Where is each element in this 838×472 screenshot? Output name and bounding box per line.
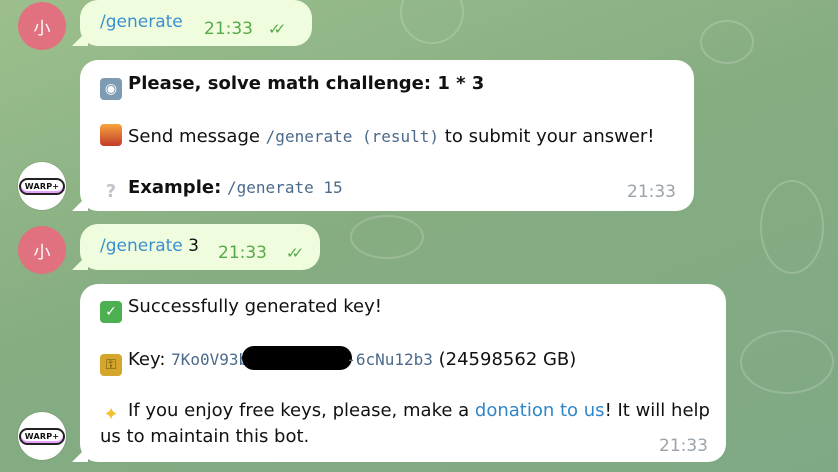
message-argument: 3: [188, 236, 199, 256]
donation-link[interactable]: donation to us: [475, 400, 605, 421]
check-mark-button-icon: ✓: [100, 301, 122, 323]
bubble-tail: [72, 195, 88, 211]
robot-icon: ◉: [100, 78, 122, 100]
double-check-icon: ✓✓: [268, 20, 286, 38]
success-text: Successfully generated key!: [128, 296, 382, 317]
key-value-start[interactable]: 7Ko0V93b: [171, 350, 248, 369]
bubble-tail: [72, 30, 88, 46]
wallpaper-doodle: [740, 330, 834, 394]
redaction-bar: [242, 346, 353, 370]
key-line: ⚿ Key: 7Ko0V93b -6cNu12b3 (24598562 GB): [100, 346, 576, 376]
message-time: 21:33: [218, 243, 267, 263]
wallpaper-doodle: [350, 215, 424, 259]
question-mark-icon: ?: [105, 181, 117, 202]
instruction-line: Send message /generate (result) to submi…: [100, 124, 655, 149]
double-check-icon: ✓✓: [286, 244, 304, 262]
outgoing-message[interactable]: /generate 3 21:33 ✓✓: [72, 224, 320, 270]
key-value-end[interactable]: -6cNu12b3: [346, 350, 433, 369]
success-line: ✓ Successfully generated key!: [100, 295, 382, 323]
warp-logo: WARP+: [18, 177, 66, 195]
key-size: (24598562 GB): [438, 349, 577, 370]
bot-avatar[interactable]: WARP+: [18, 412, 66, 460]
donate-suffix: ! It will help: [604, 400, 710, 421]
instruction-suffix: to submit your answer!: [439, 126, 655, 147]
user-avatar[interactable]: 小: [18, 2, 66, 50]
example-label: Example:: [128, 177, 222, 198]
message-command[interactable]: /generate: [100, 236, 183, 256]
bot-message-key[interactable]: ✓ Successfully generated key! ⚿ Key: 7Ko0V…: [72, 284, 726, 462]
message-time: 21:33: [627, 182, 676, 202]
user-avatar[interactable]: 小: [18, 226, 66, 274]
message-command[interactable]: /generate: [100, 12, 183, 32]
city-sunset-icon: [100, 124, 122, 146]
example-line: ? Example: /generate 15: [100, 176, 343, 203]
donate-line-2: us to maintain this bot.: [100, 426, 310, 447]
wallpaper-doodle: [700, 20, 754, 64]
challenge-line: ◉ Please, solve math challenge: 1 * 3: [100, 72, 484, 100]
warp-logo: WARP+: [18, 427, 66, 445]
example-command[interactable]: /generate 15: [227, 178, 343, 197]
message-time: 21:33: [659, 436, 708, 456]
donate-prefix: If you enjoy free keys, please, make a: [128, 400, 475, 421]
wallpaper-doodle: [760, 180, 824, 274]
lock-with-key-icon: ⚿: [100, 354, 122, 376]
bubble-tail: [72, 446, 88, 462]
sparkles-icon: ✦: [103, 404, 119, 425]
message-time: 21:33: [204, 19, 253, 39]
user-avatar-glyph: 小: [33, 242, 51, 263]
wallpaper-doodle: [400, 0, 464, 44]
key-label: Key:: [128, 349, 166, 370]
bubble-tail: [72, 254, 88, 270]
bot-avatar[interactable]: WARP+: [18, 162, 66, 210]
message-text: /generate 3: [100, 236, 199, 256]
bot-message-challenge[interactable]: ◉ Please, solve math challenge: 1 * 3 Sen…: [72, 60, 694, 211]
challenge-text: Please, solve math challenge: 1 * 3: [128, 73, 485, 94]
user-avatar-glyph: 小: [33, 18, 51, 39]
outgoing-message[interactable]: /generate 21:33 ✓✓: [72, 0, 312, 46]
instruction-command[interactable]: /generate (result): [266, 127, 439, 146]
instruction-prefix: Send message: [128, 126, 266, 147]
donate-line: ✦ If you enjoy free keys, please, make a …: [100, 399, 710, 426]
